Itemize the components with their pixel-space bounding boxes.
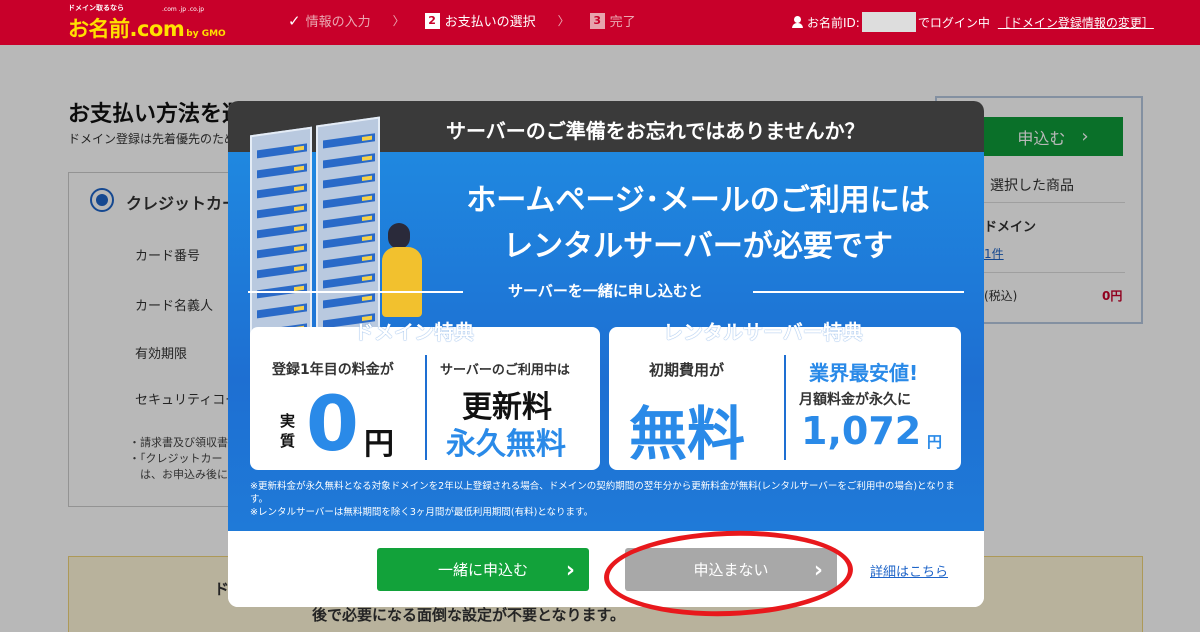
server-slot (257, 223, 307, 239)
server-initial-fee-text: 初期費用が (649, 361, 725, 379)
change-domain-info-link[interactable]: ［ドメイン登録情報の変更］ (998, 14, 1154, 31)
server-slot (323, 213, 375, 229)
person-illustration (388, 223, 410, 249)
step-3: 3 完了 (589, 11, 636, 30)
domain-zero-value: 0 (306, 379, 359, 468)
server-free-value: 無料 (629, 400, 746, 468)
chevron-right-icon: › (565, 558, 575, 583)
modal-footnotes: ※更新料金が永久無料となる対象ドメインを2年以上登録される場合、ドメインの契約期… (250, 480, 970, 519)
server-lowest-price: 業界最安値! (809, 361, 919, 385)
logo-tlds: .com .jp .co.jp (162, 6, 205, 13)
server-slot (257, 163, 307, 179)
step-2-label: お支払いの選択 (444, 15, 536, 30)
server-slot (257, 303, 307, 319)
server-slot (257, 143, 307, 159)
user-icon (792, 16, 803, 28)
step-1-label: 情報の入力 (305, 15, 371, 30)
server-slot (323, 253, 375, 269)
server-monthly-text: 月額料金が永久に (799, 392, 911, 408)
step-2-number: 2 (424, 12, 440, 29)
divider (248, 291, 463, 293)
server-monthly-price: 1,072 (801, 409, 922, 453)
logo-text: お名前.com (68, 17, 185, 41)
server-slot (257, 243, 307, 259)
step-3-number: 3 (589, 12, 605, 29)
chevron-right-icon: › (813, 558, 823, 583)
server-slot (323, 233, 375, 249)
server-slot (323, 173, 375, 189)
domain-benefit-card: 登録1年目の料金が 実質 0 円 サーバーのご利用中は 更新料 永久無料 (250, 327, 600, 470)
benefit-strip-text: サーバーを一緒に申し込むと (508, 282, 703, 300)
domain-yen-unit: 円 (364, 427, 394, 462)
domain-card-tag: ドメイン特典 (354, 320, 474, 344)
apply-together-label: 一緒に申込む (437, 561, 528, 579)
decline-button[interactable]: 申込まない › (625, 548, 837, 591)
modal-header-title: サーバーのご準備をお忘れではありませんか？ (446, 119, 865, 143)
headline-line-1: ホームページ･メールのご利用には (466, 183, 930, 218)
domain-server-use-text: サーバーのご利用中は (440, 363, 570, 378)
redacted-user-id (861, 12, 916, 32)
step-separator-icon: 〉 (392, 14, 405, 28)
server-slot (257, 263, 307, 279)
apply-together-button[interactable]: 一緒に申込む › (377, 548, 589, 591)
user-id-prefix: お名前ID: (807, 15, 860, 30)
headline-line-2: レンタルサーバーが必要です (503, 229, 893, 264)
server-card-tag: レンタルサーバー特典 (663, 320, 863, 344)
server-upsell-modal: サーバーのご準備をお忘れではありませんか？ ホームページ･メールのご利用には レ… (228, 101, 984, 607)
user-login-status: お名前ID: でログイン中 ［ドメイン登録情報の変更］ (792, 12, 1154, 32)
modal-headline: ホームページ･メールのご利用には レンタルサーバーが必要です (428, 178, 968, 270)
server-slot (323, 133, 375, 149)
step-separator-icon: 〉 (557, 14, 570, 28)
server-slot (323, 153, 375, 169)
server-slot (257, 203, 307, 219)
server-slot (323, 193, 375, 209)
decline-label: 申込まない (693, 561, 769, 579)
footnote-line: ※更新料金が永久無料となる対象ドメインを2年以上登録される場合、ドメインの契約期… (250, 481, 955, 505)
server-slot (257, 183, 307, 199)
step-1: ✓ 情報の入力 (288, 11, 371, 31)
progress-steps: ✓ 情報の入力 〉 2 お支払いの選択 〉 3 完了 (288, 11, 658, 31)
domain-first-year-text: 登録1年目の料金が (272, 362, 394, 378)
top-header-bar: ドメイン取るなら お名前.com by GMO .com .jp .co.jp ✓… (0, 0, 1200, 45)
domain-free-forever: 永久無料 (446, 427, 566, 462)
onamae-logo[interactable]: ドメイン取るなら お名前.com by GMO .com .jp .co.jp (68, 3, 226, 43)
divider (753, 291, 964, 293)
footnote-line: ※レンタルサーバーは無料期間を除く3ヶ月間が最低利用期間(有料)となります。 (250, 507, 594, 518)
check-icon: ✓ (288, 11, 301, 30)
benefit-strip: サーバーを一緒に申し込むと (248, 280, 964, 304)
step-2: 2 お支払いの選択 (424, 11, 536, 30)
server-benefit-card: 初期費用が 無料 業界最安値! 月額料金が永久に 1,072 円 (609, 327, 961, 470)
domain-jisshitsu: 実質 (280, 412, 296, 450)
server-yen-unit: 円 (927, 433, 943, 451)
details-link[interactable]: 詳細はこちら (870, 561, 948, 580)
logo-suffix: by GMO (186, 29, 226, 39)
divider (784, 355, 786, 460)
login-status-text: でログイン中 (917, 15, 990, 30)
step-3-label: 完了 (609, 15, 636, 30)
divider (425, 355, 427, 460)
